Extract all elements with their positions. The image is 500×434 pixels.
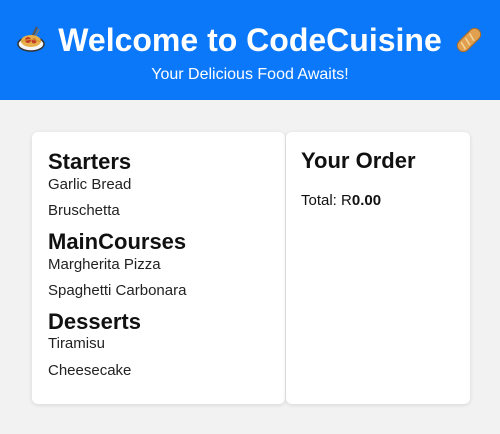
menu-item-cheesecake[interactable]: Cheesecake: [48, 362, 131, 379]
menu-item-spaghetti-carbonara[interactable]: Spaghetti Carbonara: [48, 282, 186, 299]
order-total-value: 0.00: [351, 192, 382, 209]
order-card: Your Order Total: R0.00: [286, 132, 470, 404]
menu-item-bruschetta[interactable]: Bruschetta: [48, 202, 120, 219]
section-title-maincourses: MainCourses: [48, 229, 187, 254]
menu-item-margherita-pizza[interactable]: Margherita Pizza: [48, 256, 161, 273]
header-title-row: Welcome to CodeCuisine: [0, 18, 500, 62]
menu-item-garlic-bread[interactable]: Garlic Bread: [48, 176, 131, 193]
page-subtitle: Your Delicious Food Awaits!: [151, 66, 349, 83]
order-title: Your Order: [301, 148, 416, 173]
spaghetti-icon: [16, 25, 46, 55]
order-total-label: Total: R: [301, 192, 352, 209]
section-title-desserts: Desserts: [48, 309, 141, 334]
menu-item-tiramisu[interactable]: Tiramisu: [48, 335, 105, 352]
order-total: Total: R0.00: [301, 192, 381, 209]
page-title: Welcome to CodeCuisine: [58, 21, 442, 58]
header: Welcome to CodeCuisine Your Delicious Fo…: [0, 0, 500, 100]
section-title-starters: Starters: [48, 149, 132, 174]
menu-card: Starters Garlic Bread Bruschetta MainCou…: [32, 132, 285, 404]
baguette-icon: [454, 25, 484, 55]
